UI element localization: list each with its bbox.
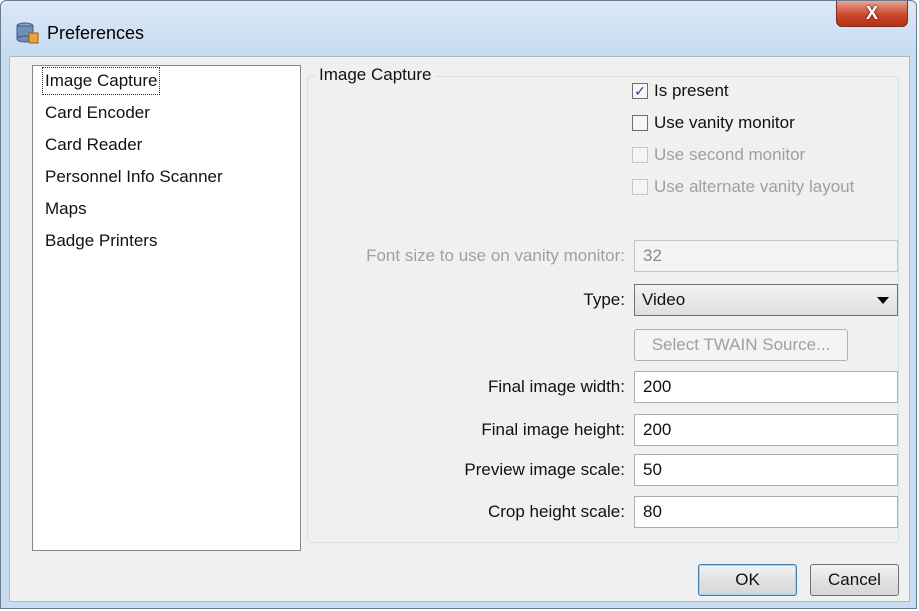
final-image-width-field[interactable]: 200	[634, 371, 898, 403]
nav-item-image-capture[interactable]: Image Capture	[42, 67, 161, 95]
use-vanity-monitor-checkbox[interactable]: Use vanity monitor	[632, 111, 795, 135]
font-size-label: Font size to use on vanity monitor:	[366, 246, 625, 265]
nav-item-card-encoder[interactable]: Card Encoder	[42, 99, 153, 127]
close-icon: X	[865, 3, 878, 23]
preferences-window: Preferences X Image Capture Card Encoder…	[0, 0, 917, 609]
checkbox-box	[632, 179, 648, 195]
use-alternate-vanity-layout-label: Use alternate vanity layout	[654, 177, 855, 196]
use-alternate-vanity-layout-checkbox[interactable]: Use alternate vanity layout	[632, 175, 854, 199]
preview-image-scale-label: Preview image scale:	[464, 460, 625, 479]
type-value: Video	[642, 290, 686, 309]
window-title: Preferences	[47, 23, 145, 43]
crop-height-scale-label: Crop height scale:	[487, 502, 625, 521]
preview-image-scale-field[interactable]: 50	[634, 454, 898, 486]
checkmark-icon: ✓	[632, 83, 648, 99]
group-title: Image Capture	[315, 65, 436, 85]
type-select[interactable]: Video	[634, 284, 898, 316]
crop-height-scale-field[interactable]: 80	[634, 496, 898, 528]
title-bar[interactable]: Preferences	[1, 1, 916, 56]
cancel-button[interactable]: Cancel	[810, 564, 899, 596]
nav-item-maps[interactable]: Maps	[42, 195, 90, 223]
nav-item-card-reader[interactable]: Card Reader	[42, 131, 145, 159]
final-image-height-label: Final image height:	[481, 420, 625, 439]
type-label: Type:	[583, 290, 625, 309]
use-second-monitor-checkbox[interactable]: Use second monitor	[632, 143, 805, 167]
ok-button[interactable]: OK	[698, 564, 797, 596]
use-vanity-monitor-label: Use vanity monitor	[654, 113, 795, 132]
final-image-width-label: Final image width:	[487, 377, 625, 396]
close-button[interactable]: X	[836, 1, 908, 27]
nav-item-badge-printers[interactable]: Badge Printers	[42, 227, 160, 255]
checkbox-box	[632, 115, 648, 131]
is-present-label: Is present	[654, 81, 729, 100]
is-present-checkbox[interactable]: ✓ Is present	[632, 79, 729, 103]
select-twain-source-button[interactable]: Select TWAIN Source...	[634, 329, 848, 361]
font-size-field[interactable]: 32	[634, 240, 898, 272]
use-second-monitor-label: Use second monitor	[654, 145, 806, 164]
final-image-height-field[interactable]: 200	[634, 414, 898, 446]
database-icon	[16, 22, 39, 44]
chevron-down-icon	[877, 297, 889, 304]
nav-item-personnel-info-scanner[interactable]: Personnel Info Scanner	[42, 163, 226, 191]
checkbox-box	[632, 147, 648, 163]
dialog-client: Image Capture Card Encoder Card Reader P…	[9, 56, 910, 602]
